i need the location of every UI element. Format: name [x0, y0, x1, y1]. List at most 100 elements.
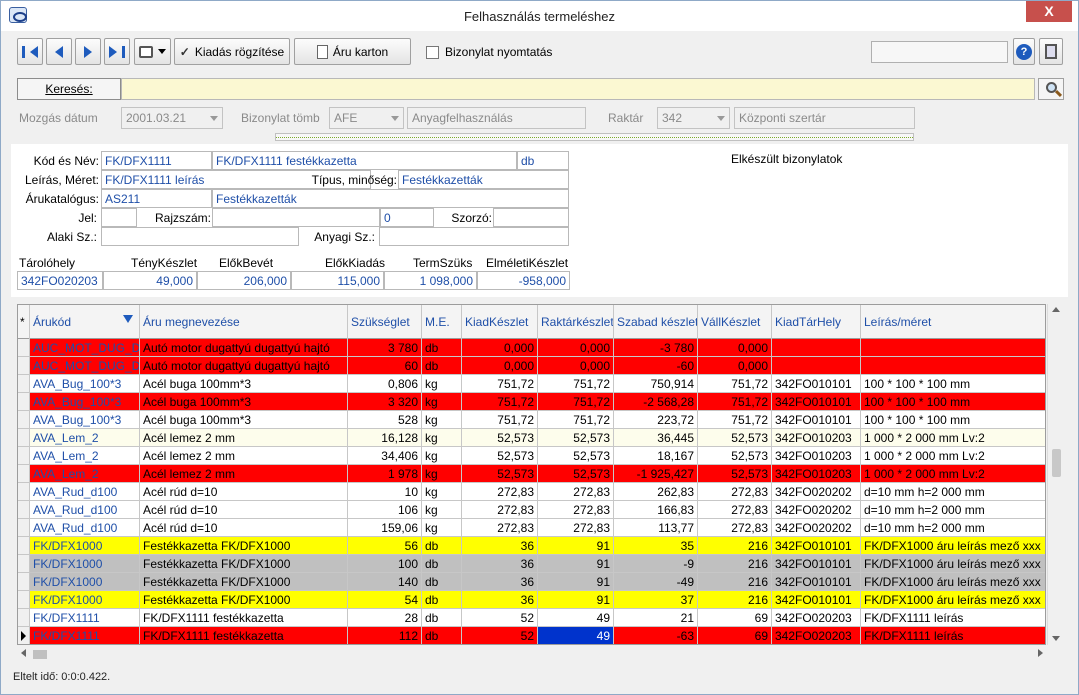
cell-megnevezes[interactable]: Acél rúd d=10	[140, 501, 348, 519]
cell-szabad[interactable]: 35	[614, 537, 698, 555]
cell-me[interactable]: kg	[422, 483, 462, 501]
scroll-down-icon[interactable]	[1052, 636, 1060, 641]
scroll-right-icon[interactable]	[1038, 649, 1043, 657]
cell-megnevezes[interactable]: Festékkazetta FK/DFX1000	[140, 537, 348, 555]
cell-leiras[interactable]: d=10 mm h=2 000 mm	[861, 483, 1045, 501]
cell-arukod[interactable]: FK/DFX1111	[30, 627, 140, 644]
cell-leiras[interactable]: FK/DFX1000 áru leírás mező xxx	[861, 537, 1045, 555]
jel-field[interactable]	[101, 208, 137, 227]
panel-splitter[interactable]	[275, 133, 914, 141]
table-row[interactable]: AVA_Rud_d100 Acél rúd d=10 159,06 kg 272,83 2…	[18, 519, 1045, 537]
table-row[interactable]: AUC_MOT_DUG_DD Autó motor dugattyú dugatt…	[18, 357, 1045, 375]
cell-arukod[interactable]: FK/DFX1000	[30, 555, 140, 573]
cell-kiadtarhely[interactable]: 342FO010203	[772, 447, 861, 465]
cell-kiadtarhely[interactable]: 342FO020202	[772, 519, 861, 537]
cell-arukod[interactable]: AVA_Bug_100*3	[30, 375, 140, 393]
row-indicator[interactable]	[18, 465, 30, 483]
cell-megnevezes[interactable]: Festékkazetta FK/DFX1000	[140, 555, 348, 573]
cell-vallkeszlet[interactable]: 216	[698, 537, 772, 555]
cell-szabad[interactable]: -63	[614, 627, 698, 644]
cell-me[interactable]: kg	[422, 519, 462, 537]
cell-kiadkeszlet[interactable]: 52,573	[462, 429, 538, 447]
cell-vallkeszlet[interactable]: 69	[698, 627, 772, 644]
cell-me[interactable]: db	[422, 573, 462, 591]
anyagi-field[interactable]	[379, 227, 569, 246]
table-row[interactable]: AVA_Bug_100*3 Acél buga 100mm*3 0,806 kg 751…	[18, 375, 1045, 393]
table-row[interactable]: AVA_Lem_2 Acél lemez 2 mm 16,128 kg 52,573 52…	[18, 429, 1045, 447]
cell-szukseglet[interactable]: 34,406	[348, 447, 422, 465]
aru-karton-button[interactable]: Áru karton	[294, 38, 411, 65]
cell-megnevezes[interactable]: Acél rúd d=10	[140, 519, 348, 537]
cell-kiadkeszlet[interactable]: 272,83	[462, 483, 538, 501]
cell-raktarkeszlet[interactable]: 91	[538, 537, 614, 555]
table-row[interactable]: AUC_MOT_DUG_DD Autó motor dugattyú dugatt…	[18, 339, 1045, 357]
table-row[interactable]: AVA_Lem_2 Acél lemez 2 mm 34,406 kg 52,573 52…	[18, 447, 1045, 465]
katalogus-nev-field[interactable]: Festékkazetták	[212, 189, 569, 208]
cell-kiadkeszlet[interactable]: 52	[462, 627, 538, 644]
cell-leiras[interactable]: 100 * 100 * 100 mm	[861, 411, 1045, 429]
cell-kiadtarhely[interactable]	[772, 339, 861, 357]
close-button[interactable]: X	[1026, 1, 1072, 22]
table-row[interactable]: AVA_Rud_d100 Acél rúd d=10 10 kg 272,83 272,8…	[18, 483, 1045, 501]
cell-szukseglet[interactable]: 54	[348, 591, 422, 609]
cell-raktarkeszlet[interactable]: 49	[538, 609, 614, 627]
cell-szukseglet[interactable]: 106	[348, 501, 422, 519]
bizonylat-tomb-select[interactable]: AFE	[329, 107, 404, 129]
col-header-arukod[interactable]: Árukód	[30, 305, 140, 339]
cell-me[interactable]: db	[422, 609, 462, 627]
col-header-leiras[interactable]: Leírás/méret	[861, 305, 1045, 339]
cell-vallkeszlet[interactable]: 272,83	[698, 483, 772, 501]
cell-megnevezes[interactable]: Acél lemez 2 mm	[140, 429, 348, 447]
cell-szabad[interactable]: -2 568,28	[614, 393, 698, 411]
cell-kiadtarhely[interactable]: 342FO010101	[772, 591, 861, 609]
vertical-scrollbar[interactable]	[1047, 304, 1064, 645]
cell-megnevezes[interactable]: Autó motor dugattyú dugattyú hajtó	[140, 339, 348, 357]
cell-szabad[interactable]: 36,445	[614, 429, 698, 447]
cell-me[interactable]: db	[422, 537, 462, 555]
raktar-select[interactable]: 342	[657, 107, 730, 129]
row-indicator[interactable]	[18, 591, 30, 609]
cell-kiadtarhely[interactable]: 342FO010101	[772, 573, 861, 591]
row-indicator[interactable]	[18, 339, 30, 357]
cell-szabad[interactable]: 18,167	[614, 447, 698, 465]
cell-me[interactable]: db	[422, 627, 462, 644]
cell-szukseglet[interactable]: 0,806	[348, 375, 422, 393]
bizonylat-nyomtatas-checkbox[interactable]: Bizonylat nyomtatás	[426, 45, 552, 59]
cell-kiadtarhely[interactable]	[772, 357, 861, 375]
cell-arukod[interactable]: AVA_Lem_2	[30, 429, 140, 447]
search-button[interactable]	[1038, 78, 1064, 100]
cell-kiadkeszlet[interactable]: 52	[462, 609, 538, 627]
cell-arukod[interactable]: AVA_Rud_d100	[30, 519, 140, 537]
cell-megnevezes[interactable]: FK/DFX1111 festékkazetta	[140, 627, 348, 644]
cell-arukod[interactable]: AVA_Lem_2	[30, 465, 140, 483]
cell-kiadtarhely[interactable]: 342FO010203	[772, 429, 861, 447]
row-indicator[interactable]	[18, 609, 30, 627]
cell-raktarkeszlet[interactable]: 0,000	[538, 357, 614, 375]
cell-leiras[interactable]: FK/DFX1000 áru leírás mező xxx	[861, 573, 1045, 591]
cell-kiadtarhely[interactable]: 342FO010203	[772, 465, 861, 483]
cell-megnevezes[interactable]: FK/DFX1111 festékkazetta	[140, 609, 348, 627]
cell-me[interactable]: db	[422, 357, 462, 375]
cell-vallkeszlet[interactable]: 272,83	[698, 519, 772, 537]
cell-szabad[interactable]: 166,83	[614, 501, 698, 519]
cell-vallkeszlet[interactable]: 751,72	[698, 393, 772, 411]
cell-vallkeszlet[interactable]: 69	[698, 609, 772, 627]
cell-szukseglet[interactable]: 528	[348, 411, 422, 429]
cell-kiadkeszlet[interactable]: 52,573	[462, 447, 538, 465]
me-field[interactable]: db	[517, 151, 569, 170]
cell-leiras[interactable]: FK/DFX1000 áru leírás mező xxx	[861, 591, 1045, 609]
cell-vallkeszlet[interactable]: 0,000	[698, 357, 772, 375]
cell-kiadtarhely[interactable]: 342FO020202	[772, 501, 861, 519]
cell-szukseglet[interactable]: 10	[348, 483, 422, 501]
cell-szabad[interactable]: -60	[614, 357, 698, 375]
cell-leiras[interactable]: FK/DFX1111 leírás	[861, 627, 1045, 644]
nev-field[interactable]: FK/DFX1111 festékkazetta	[212, 151, 517, 170]
table-row[interactable]: FK/DFX1111 FK/DFX1111 festékkazetta 28 db 52…	[18, 609, 1045, 627]
cell-kiadkeszlet[interactable]: 52,573	[462, 465, 538, 483]
cell-vallkeszlet[interactable]: 0,000	[698, 339, 772, 357]
exit-button[interactable]	[1039, 38, 1063, 65]
cell-vallkeszlet[interactable]: 52,573	[698, 447, 772, 465]
print-dropdown-button[interactable]	[134, 38, 171, 65]
kod-field[interactable]: FK/DFX1111	[101, 151, 212, 170]
col-header-szabad[interactable]: Szabad készlet	[614, 305, 698, 339]
